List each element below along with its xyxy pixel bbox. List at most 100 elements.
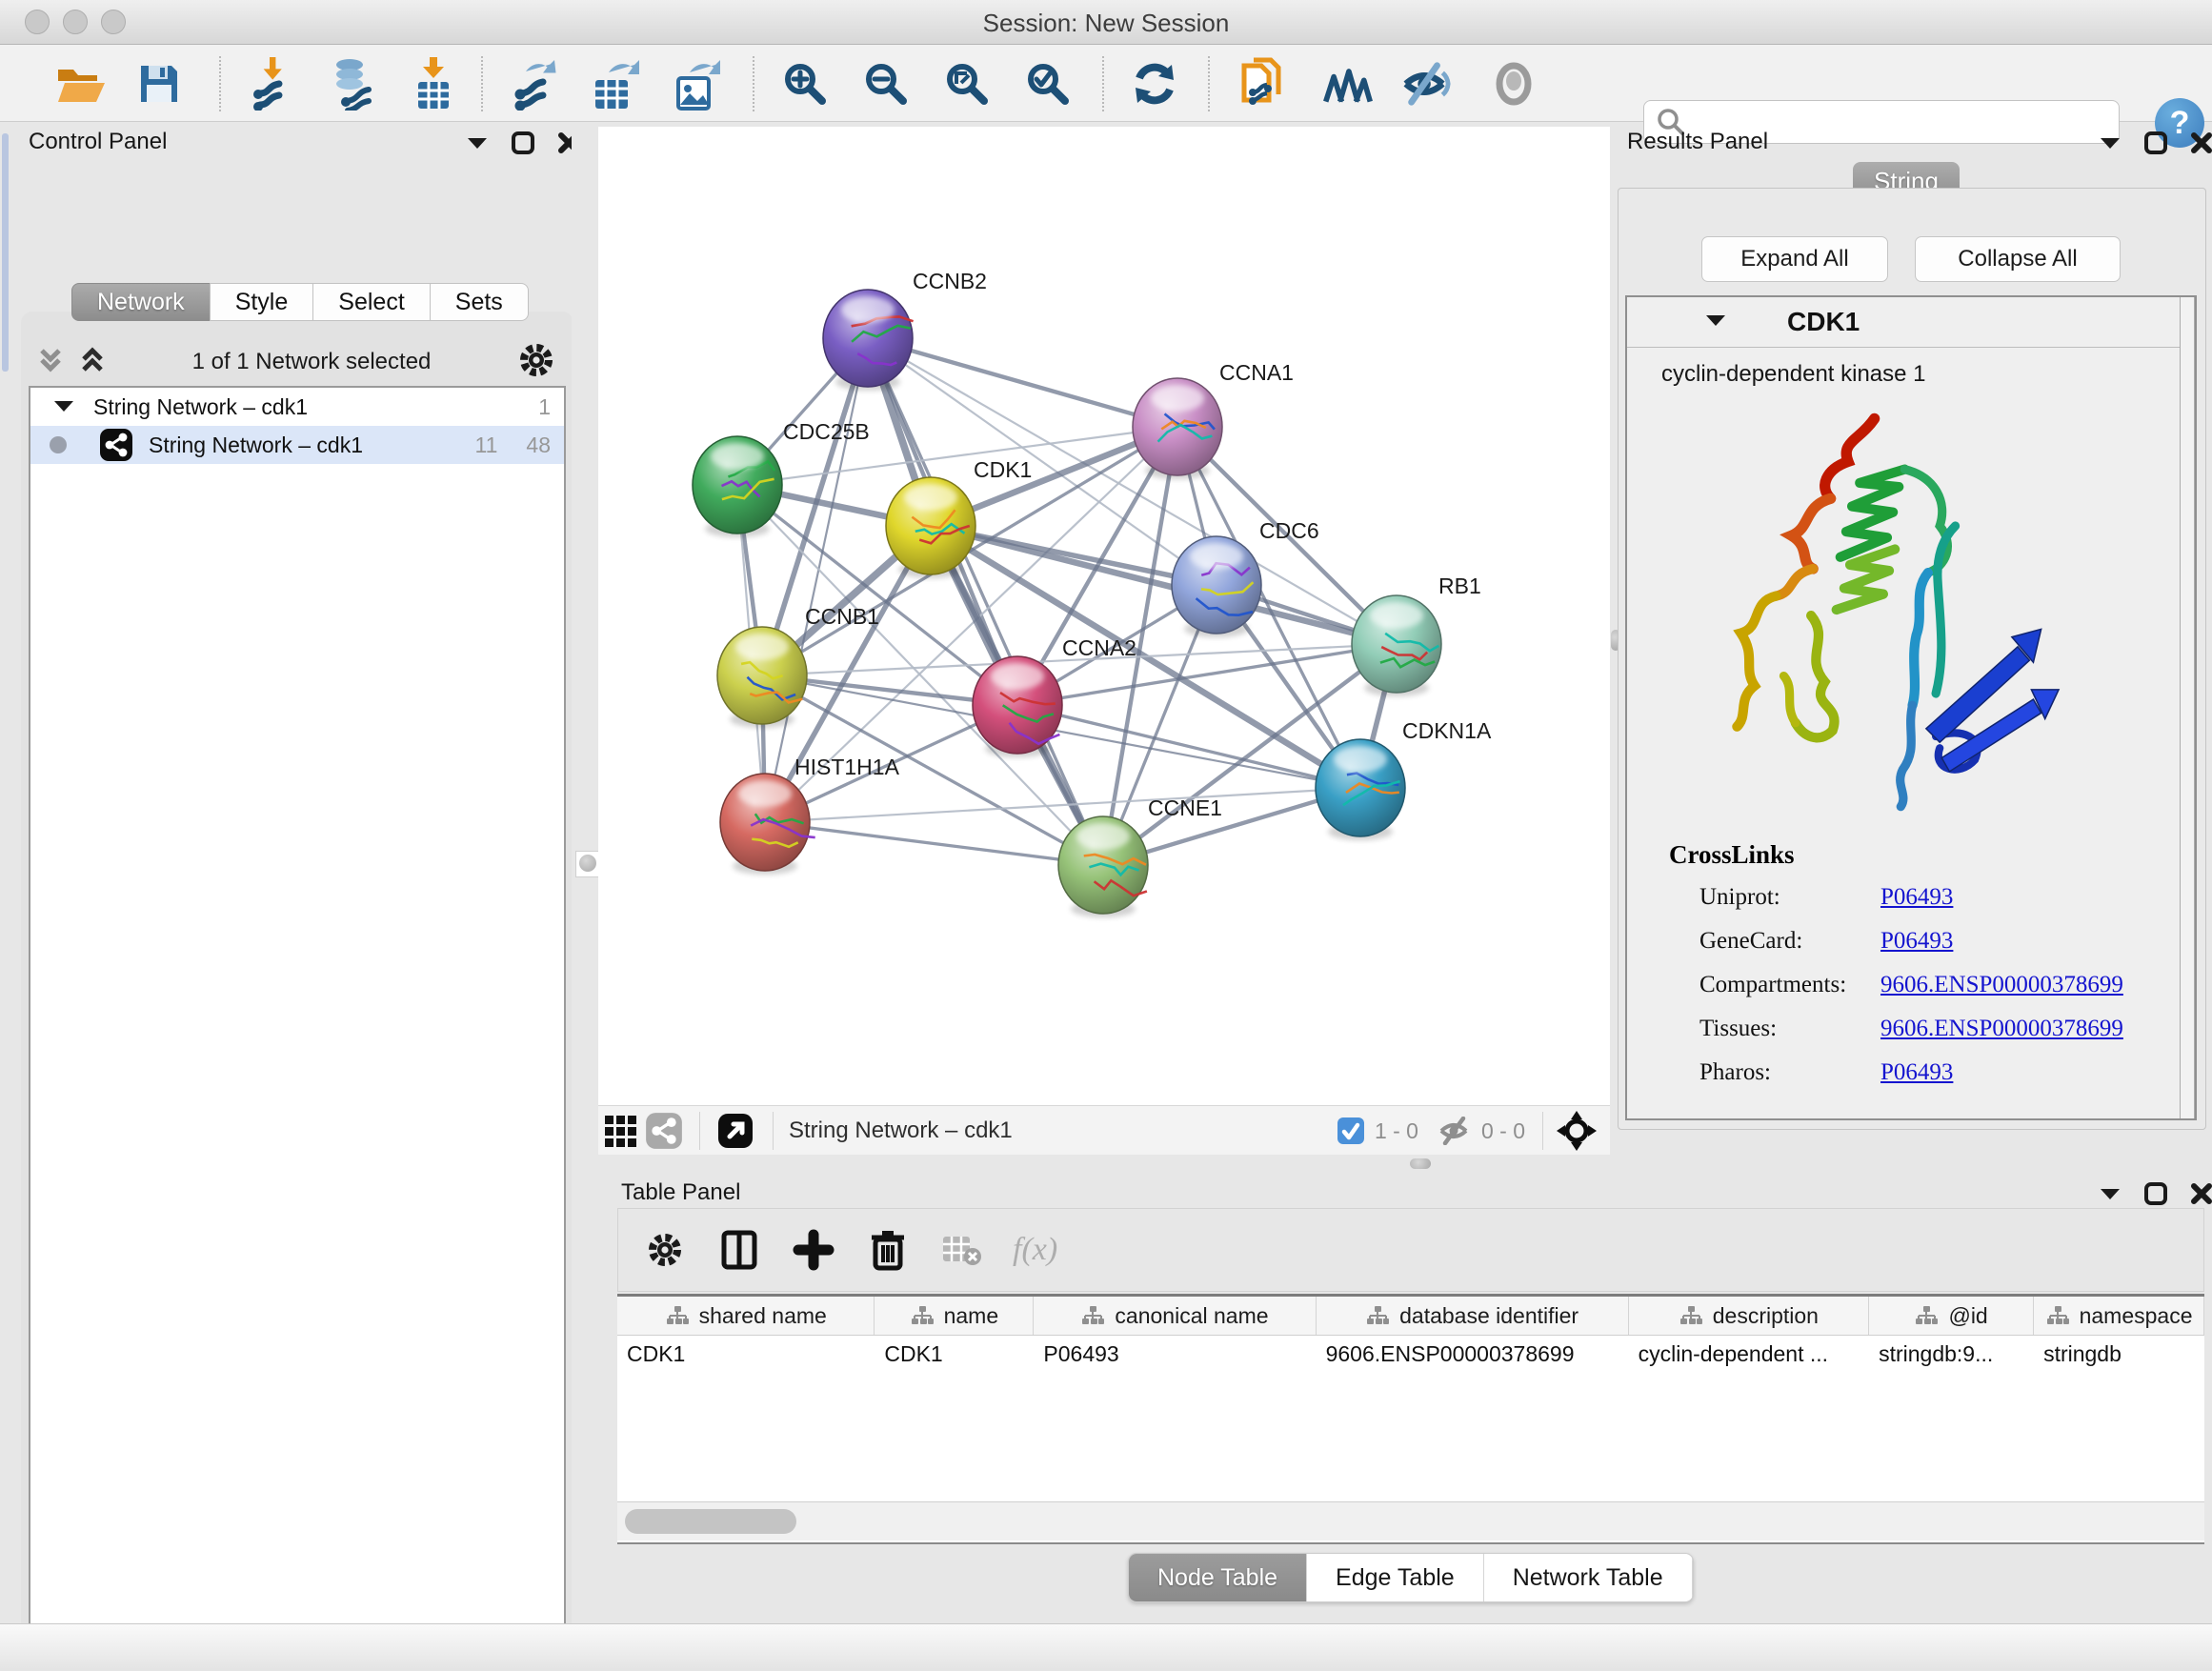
hide-selected-icon[interactable] [1400,58,1452,110]
crosslink-row: Pharos:P06493 [1699,1051,2195,1095]
float-panel-icon[interactable] [2143,1181,2168,1211]
expand-all-networks-icon[interactable] [78,345,107,380]
table-cell[interactable]: 9606.ENSP00000378699 [1317,1336,1629,1372]
zoom-fit-icon[interactable] [941,58,993,110]
network-graph[interactable]: CCNB2CCNA1CDC25BCDK1CDC6RB1CCNB1CCNA2CDK… [598,127,1610,1105]
panel-menu-icon[interactable] [465,134,490,156]
network-node-hist1h1a[interactable]: HIST1H1A [720,755,900,875]
open-session-icon[interactable] [55,58,107,110]
column-header-database-identifier[interactable]: database identifier [1317,1297,1629,1335]
column-header--id[interactable]: @id [1869,1297,2034,1335]
gene-symbol: CDK1 [1787,307,1860,337]
refresh-view-icon[interactable] [1129,58,1180,110]
close-panel-icon[interactable] [2189,131,2212,160]
panel-menu-icon[interactable] [2098,1185,2122,1207]
crosslink-link[interactable]: 9606.ENSP00000378699 [1880,1016,2123,1042]
tab-select[interactable]: Select [312,283,430,321]
birds-eye-view-icon[interactable] [642,1105,686,1157]
tab-node-table[interactable]: Node Table [1129,1554,1307,1601]
network-node-cdkn1a[interactable]: CDKN1A [1316,718,1492,840]
show-columns-icon[interactable] [715,1226,763,1274]
network-node-ccnb2[interactable]: CCNB2 [823,269,987,391]
left-splitter[interactable] [572,127,598,1639]
zoom-selected-icon[interactable] [1022,58,1074,110]
table-panel-title: Table Panel [621,1179,740,1206]
table-cell[interactable]: cyclin-dependent ... [1629,1336,1869,1372]
table-cell[interactable]: stringdb:9... [1869,1336,2034,1372]
crosslink-link[interactable]: P06493 [1880,1059,1953,1086]
collapse-all-button[interactable]: Collapse All [1915,236,2121,282]
network-edge[interactable] [868,338,1177,427]
tab-network-table[interactable]: Network Table [1484,1554,1693,1601]
node-label-cdkn1a: CDKN1A [1402,718,1492,743]
control-panel-title: Control Panel [29,129,167,155]
grid-view-icon[interactable] [598,1105,642,1157]
import-database-icon[interactable] [327,58,378,110]
float-panel-icon[interactable] [2143,131,2168,160]
network-edge[interactable] [765,822,1103,865]
new-network-from-selection-icon[interactable] [1238,58,1290,110]
column-header-description[interactable]: description [1629,1297,1869,1335]
table-cell[interactable]: stringdb [2034,1336,2204,1372]
table-hscrollbar[interactable] [617,1501,2204,1540]
splitter-handle[interactable] [1410,1158,1431,1169]
export-image-icon[interactable] [670,58,721,110]
network-bullet-icon [50,436,67,453]
network-node-cdk1[interactable]: CDK1 [886,457,1032,578]
import-network-icon[interactable] [246,58,297,110]
selected-count-icon[interactable] [1337,1117,1365,1145]
table-options-gear-icon[interactable] [641,1226,689,1274]
column-header-shared-name[interactable]: shared name [617,1297,875,1335]
table-row[interactable]: CDK1CDK1P064939606.ENSP00000378699cyclin… [617,1336,2204,1372]
collapse-all-networks-icon[interactable] [36,345,65,380]
export-network-icon[interactable] [508,58,559,110]
node-label-ccnb1: CCNB1 [805,604,879,629]
node-label-ccna2: CCNA2 [1062,635,1136,660]
hscroll-thumb[interactable] [625,1509,796,1534]
network-edge[interactable] [868,338,1103,865]
add-column-icon[interactable] [790,1226,837,1274]
tab-style[interactable]: Style [210,283,314,321]
table-cell[interactable]: P06493 [1034,1336,1316,1372]
open-in-window-icon[interactable] [714,1105,757,1157]
tree-expand-icon[interactable] [51,394,76,420]
column-header-name[interactable]: name [875,1297,1034,1335]
show-all-icon[interactable] [1488,58,1539,110]
network-collection-row[interactable]: String Network – cdk1 1 [30,388,564,426]
zoom-out-icon[interactable] [860,58,912,110]
zoom-in-icon[interactable] [779,58,831,110]
panel-menu-icon[interactable] [2098,134,2122,156]
save-session-icon[interactable] [133,58,185,110]
network-edge[interactable] [931,526,1397,644]
network-node-rb1[interactable]: RB1 [1352,574,1481,696]
close-panel-icon[interactable] [2189,1181,2212,1211]
collapse-section-icon[interactable] [1703,312,1728,333]
node-label-cdc25b: CDC25B [783,419,870,444]
export-table-icon[interactable] [589,58,640,110]
first-neighbors-icon[interactable] [1322,58,1374,110]
network-options-gear-icon[interactable] [516,340,556,385]
column-header-namespace[interactable]: namespace [2034,1297,2204,1335]
column-header-canonical-name[interactable]: canonical name [1034,1297,1316,1335]
table-cell[interactable]: CDK1 [617,1336,875,1372]
tab-edge-table[interactable]: Edge Table [1307,1554,1484,1601]
network-node-ccne1[interactable]: CCNE1 [1058,795,1222,917]
results-scrollbar[interactable] [2180,297,2195,1118]
crosslink-link[interactable]: P06493 [1880,928,1953,955]
tab-sets[interactable]: Sets [430,283,529,321]
float-panel-icon[interactable] [511,131,535,160]
tab-network[interactable]: Network [71,283,211,321]
expand-all-button[interactable]: Expand All [1701,236,1888,282]
network-label: String Network – cdk1 [149,433,475,458]
gene-card-header[interactable]: CDK1 [1627,297,2195,348]
network-edge[interactable] [765,338,868,822]
delete-column-icon[interactable] [864,1226,912,1274]
network-row[interactable]: String Network – cdk1 11 48 [30,426,564,464]
pan-mode-icon[interactable] [1557,1111,1597,1151]
table-cell[interactable]: CDK1 [875,1336,1034,1372]
crosslink-link[interactable]: P06493 [1880,884,1953,911]
crosslink-link[interactable]: 9606.ENSP00000378699 [1880,972,2123,998]
gene-description: cyclin-dependent kinase 1 [1661,361,2195,388]
import-table-icon[interactable] [408,58,459,110]
network-view-canvas[interactable]: CCNB2CCNA1CDC25BCDK1CDC6RB1CCNB1CCNA2CDK… [598,127,1610,1105]
